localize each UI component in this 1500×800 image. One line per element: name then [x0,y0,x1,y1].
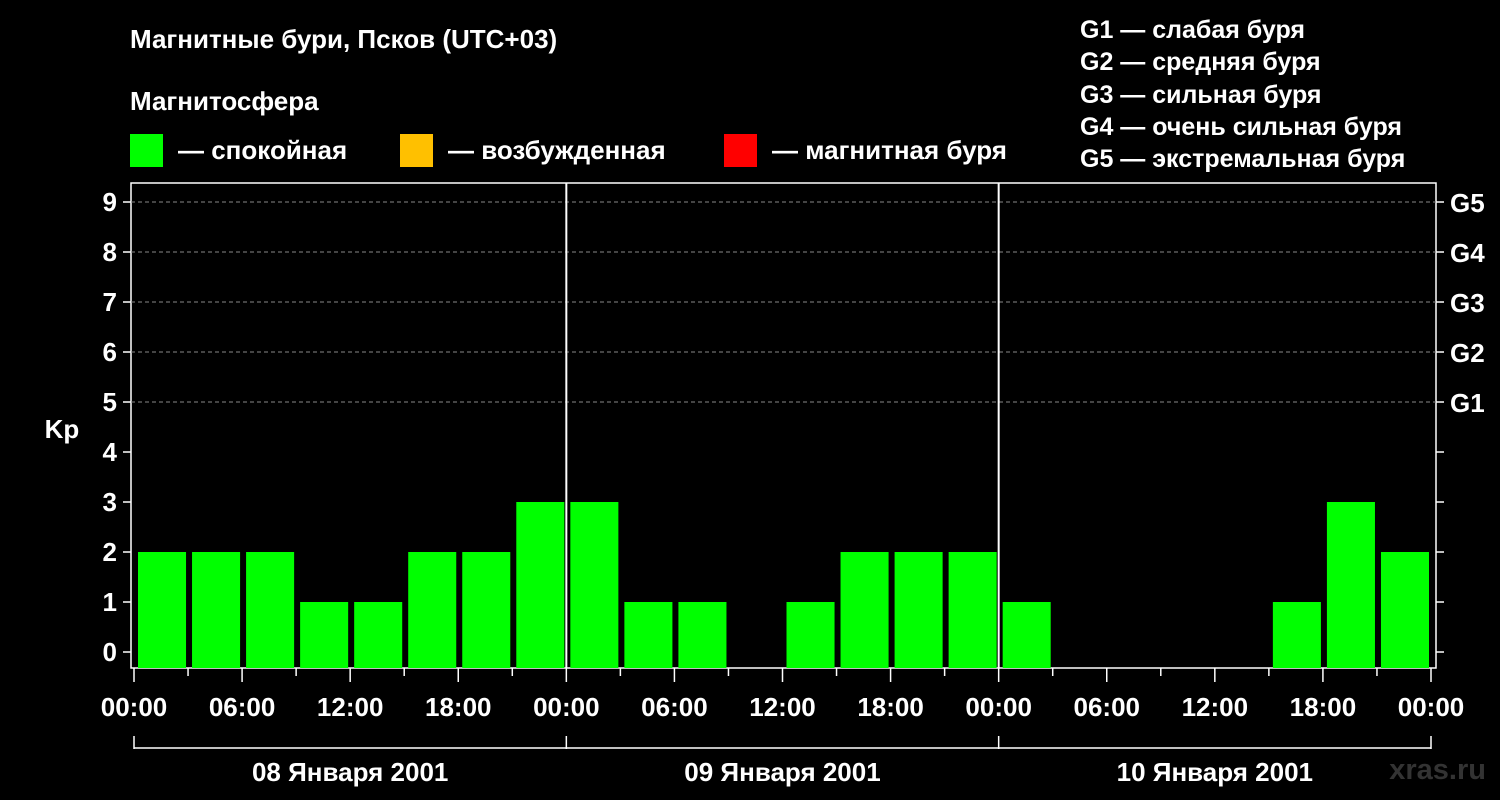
kp-bar [408,552,457,668]
date-label: 10 Января 2001 [1117,757,1313,787]
x-tick-label: 18:00 [425,692,492,722]
g-scale-label: G5 [1450,188,1485,218]
kp-bar [1380,552,1429,668]
kp-bar [192,552,241,668]
y-tick-label: 2 [103,537,117,567]
g-scale-label: G1 [1450,388,1485,418]
date-label: 09 Января 2001 [684,757,880,787]
g-scale-label: G4 [1450,238,1485,268]
y-tick-label: 9 [103,187,117,217]
kp-bar [894,552,943,668]
y-tick-label: 7 [103,287,117,317]
y-tick-label: 6 [103,337,117,367]
x-tick-label: 12:00 [317,692,384,722]
y-tick-label: 5 [103,387,117,417]
x-tick-label: 18:00 [1290,692,1357,722]
watermark: xras.ru [1389,754,1486,786]
y-tick-label: 1 [103,587,117,617]
kp-bar-chart: 0 1 2 3 4 5 6 7 8 9 G1 G2 G3 G4 G5 Kp 00:00 06:00 12:00 18:… [45,182,1485,787]
x-tick-label: 12:00 [749,692,816,722]
date-label: 08 Января 2001 [252,757,448,787]
kp-bar [300,602,349,668]
g-scale-label: G3 [1450,288,1485,318]
x-tick-label: 12:00 [1182,692,1249,722]
kp-bar [138,552,187,668]
g-scale-label: G2 [1450,338,1485,368]
x-tick-label: 00:00 [1398,692,1465,722]
kp-bar [678,602,727,668]
kp-bar [840,552,889,668]
kp-bar [786,602,835,668]
x-tick-label: 00:00 [101,692,168,722]
x-tick-label: 00:00 [533,692,600,722]
x-tick-label: 06:00 [209,692,276,722]
x-tick-label: 18:00 [857,692,924,722]
x-tick-label: 06:00 [641,692,708,722]
kp-bar [570,502,619,668]
y-tick-label: 4 [103,437,118,467]
kp-bar [1272,602,1321,668]
kp-bar [1002,602,1051,668]
kp-bar [516,502,565,668]
y-tick-label: 8 [103,237,117,267]
y-tick-label: 0 [103,637,117,667]
x-tick-label: 06:00 [1074,692,1141,722]
kp-bar [1326,502,1375,668]
x-tick-label: 00:00 [965,692,1032,722]
kp-bar [462,552,511,668]
kp-bar [624,602,673,668]
y-tick-label: 3 [103,487,117,517]
kp-bar [246,552,295,668]
kp-bar [354,602,403,668]
plot-frame [130,182,1437,669]
y-axis-label: Kp [45,414,80,444]
kp-bar [948,552,997,668]
